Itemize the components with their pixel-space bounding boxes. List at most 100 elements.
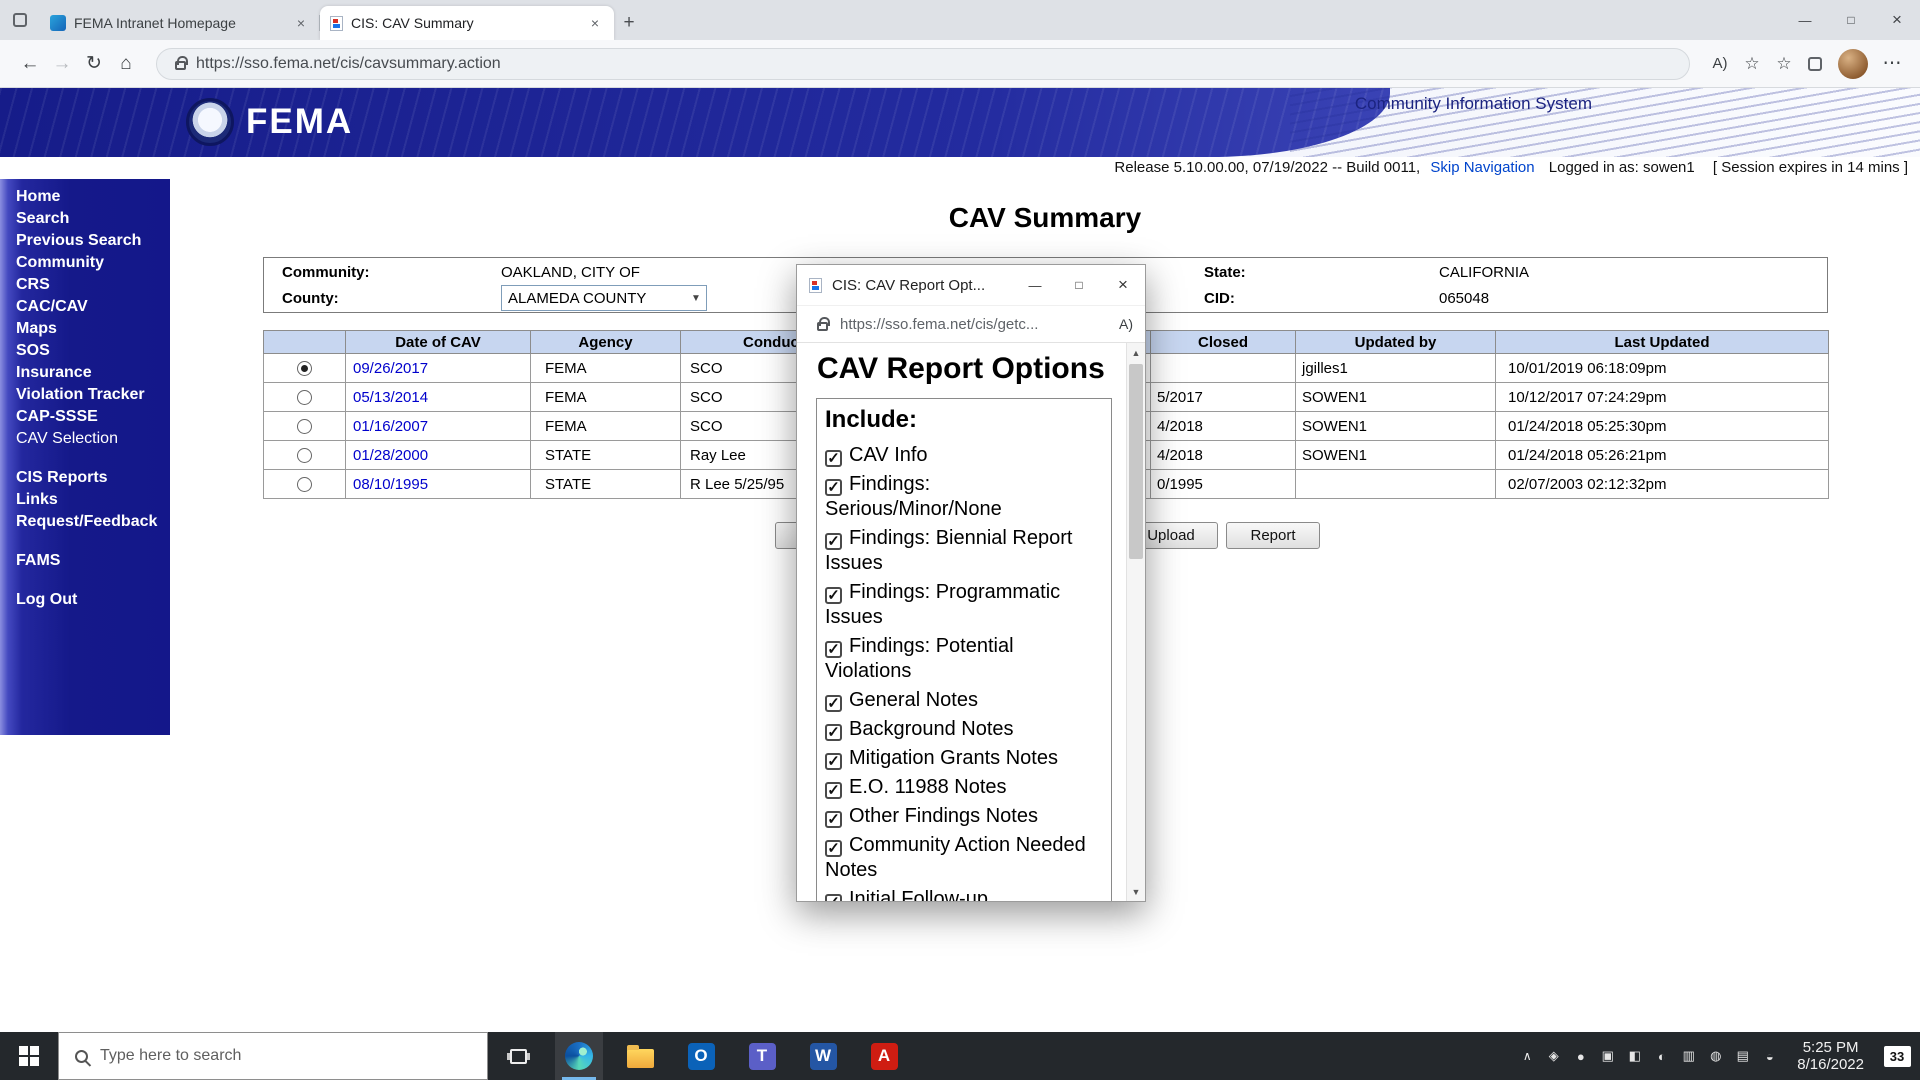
taskbar-teams-icon[interactable]: T	[738, 1032, 786, 1080]
tray-icon[interactable]: ◒	[1756, 1049, 1783, 1064]
tab-close-icon[interactable]: ×	[292, 14, 310, 32]
popup-maximize-button[interactable]: □	[1057, 265, 1101, 305]
row-select-radio[interactable]	[297, 448, 312, 463]
tray-icon[interactable]: ◧	[1621, 1048, 1648, 1064]
option-checkbox[interactable]: ✓	[825, 695, 842, 712]
updated-by-cell: SOWEN1	[1296, 383, 1496, 412]
scroll-up-icon[interactable]: ▲	[1127, 343, 1145, 362]
option-checkbox[interactable]: ✓	[825, 753, 842, 770]
sidebar-link[interactable]: CAP-SSSE	[16, 406, 170, 428]
tab-title: CIS: CAV Summary	[351, 15, 578, 31]
cav-date-link[interactable]: 05/13/2014	[353, 389, 428, 406]
option-checkbox[interactable]: ✓	[825, 724, 842, 741]
taskbar-edge-icon[interactable]	[555, 1032, 603, 1080]
start-button[interactable]	[0, 1032, 58, 1080]
cav-date-link[interactable]: 01/28/2000	[353, 447, 428, 464]
forward-button[interactable]: →	[46, 53, 78, 75]
row-select-radio[interactable]	[297, 419, 312, 434]
report-option: ✓Background Notes	[825, 717, 1103, 742]
option-checkbox[interactable]: ✓	[825, 641, 842, 658]
sidebar-link[interactable]: CRS	[16, 274, 170, 296]
action-center-button[interactable]: 33	[1874, 1032, 1920, 1080]
sidebar-link[interactable]: CIS Reports	[16, 467, 170, 489]
sidebar-link[interactable]: Previous Search	[16, 230, 170, 252]
collections-icon[interactable]	[1808, 57, 1822, 71]
option-checkbox[interactable]: ✓	[825, 840, 842, 857]
tab-close-icon[interactable]: ×	[586, 14, 604, 32]
option-label: Findings: Serious/Minor/None	[825, 473, 1002, 520]
sidebar-link[interactable]: FAMS	[16, 550, 170, 572]
cav-date-link[interactable]: 08/10/1995	[353, 476, 428, 493]
popup-close-button[interactable]: ×	[1101, 265, 1145, 305]
tray-icon[interactable]: ▤	[1729, 1048, 1756, 1064]
window-maximize-button[interactable]: □	[1828, 0, 1874, 40]
tray-icon[interactable]: ●	[1567, 1049, 1594, 1064]
sidebar-link[interactable]: CAV Selection	[16, 428, 170, 450]
taskbar-clock[interactable]: 5:25 PM 8/16/2022	[1797, 1039, 1864, 1073]
row-select-radio[interactable]	[297, 361, 312, 376]
sidebar-link[interactable]: SOS	[16, 340, 170, 362]
option-checkbox[interactable]: ✓	[825, 479, 842, 496]
sidebar-link[interactable]: CAC/CAV	[16, 296, 170, 318]
report-button[interactable]: Report	[1226, 522, 1320, 549]
row-select-radio[interactable]	[297, 477, 312, 492]
taskbar-acrobat-icon[interactable]: A	[860, 1032, 908, 1080]
option-checkbox[interactable]: ✓	[825, 450, 842, 467]
taskbar-outlook-icon[interactable]: O	[677, 1032, 725, 1080]
read-aloud-icon[interactable]: A)	[1704, 55, 1736, 72]
back-button[interactable]: ←	[14, 53, 46, 75]
refresh-button[interactable]: ↻	[78, 52, 110, 75]
tray-icon[interactable]: ▣	[1594, 1048, 1621, 1064]
popup-address-bar[interactable]: https://sso.fema.net/cis/getc... A)	[797, 305, 1145, 343]
tab-fema-intranet[interactable]: FEMA Intranet Homepage ×	[40, 6, 320, 40]
profile-avatar[interactable]	[1838, 49, 1868, 79]
tray-icon[interactable]: ◈	[1540, 1048, 1567, 1064]
skip-navigation-link[interactable]: Skip Navigation	[1430, 159, 1534, 176]
tab-actions-button[interactable]	[0, 0, 40, 40]
option-checkbox[interactable]: ✓	[825, 533, 842, 550]
settings-menu-icon[interactable]: ⋯	[1876, 52, 1908, 75]
sidebar-link[interactable]: Insurance	[16, 362, 170, 384]
cav-date-link[interactable]: 09/26/2017	[353, 360, 428, 377]
taskbar-word-icon[interactable]: W	[799, 1032, 847, 1080]
sidebar-link[interactable]: Violation Tracker	[16, 384, 170, 406]
window-close-button[interactable]: ×	[1874, 0, 1920, 40]
sidebar-link[interactable]: Log Out	[16, 589, 170, 611]
option-checkbox[interactable]: ✓	[825, 811, 842, 828]
county-select[interactable]: ALAMEDA COUNTY ▼	[501, 285, 707, 311]
scrollbar-thumb[interactable]	[1129, 364, 1143, 559]
popup-minimize-button[interactable]: —	[1013, 265, 1057, 305]
new-tab-button[interactable]: +	[614, 8, 644, 38]
tab-cav-summary[interactable]: CIS: CAV Summary ×	[320, 6, 614, 40]
favorites-icon[interactable]: ☆	[1768, 54, 1800, 74]
sidebar-link[interactable]: Search	[16, 208, 170, 230]
tray-icon[interactable]: ◍	[1702, 1048, 1729, 1064]
sidebar-link[interactable]: Links	[16, 489, 170, 511]
taskbar-search[interactable]	[58, 1032, 488, 1080]
taskbar-explorer-icon[interactable]	[616, 1032, 664, 1080]
tray-icon[interactable]: ▥	[1675, 1048, 1702, 1064]
task-view-button[interactable]	[494, 1032, 542, 1080]
tray-icon[interactable]: ◐	[1648, 1049, 1675, 1064]
search-input[interactable]	[100, 1047, 487, 1065]
option-checkbox[interactable]: ✓	[825, 894, 842, 901]
read-aloud-icon[interactable]: A)	[1119, 316, 1133, 332]
option-checkbox[interactable]: ✓	[825, 782, 842, 799]
tray-show-hidden-icons-button[interactable]: ∧	[1514, 1049, 1540, 1063]
check-icon: ✓	[827, 783, 840, 798]
row-select-radio[interactable]	[297, 390, 312, 405]
popup-scrollbar[interactable]: ▲ ▼	[1126, 343, 1145, 901]
sidebar-link[interactable]: Maps	[16, 318, 170, 340]
cav-date-link[interactable]: 01/16/2007	[353, 418, 428, 435]
scroll-down-icon[interactable]: ▼	[1127, 882, 1145, 901]
sidebar-link[interactable]: Home	[16, 186, 170, 208]
window-minimize-button[interactable]: —	[1782, 0, 1828, 40]
option-checkbox[interactable]: ✓	[825, 587, 842, 604]
sidebar-link[interactable]: Community	[16, 252, 170, 274]
address-bar[interactable]: https://sso.fema.net/cis/cavsummary.acti…	[156, 48, 1690, 80]
home-button[interactable]: ⌂	[110, 53, 142, 75]
windows-logo-icon	[19, 1046, 39, 1066]
add-favorite-icon[interactable]: ☆	[1736, 54, 1768, 74]
sidebar-link[interactable]: Request/Feedback	[16, 511, 170, 533]
popup-title-bar[interactable]: CIS: CAV Report Opt... — □ ×	[797, 265, 1145, 305]
